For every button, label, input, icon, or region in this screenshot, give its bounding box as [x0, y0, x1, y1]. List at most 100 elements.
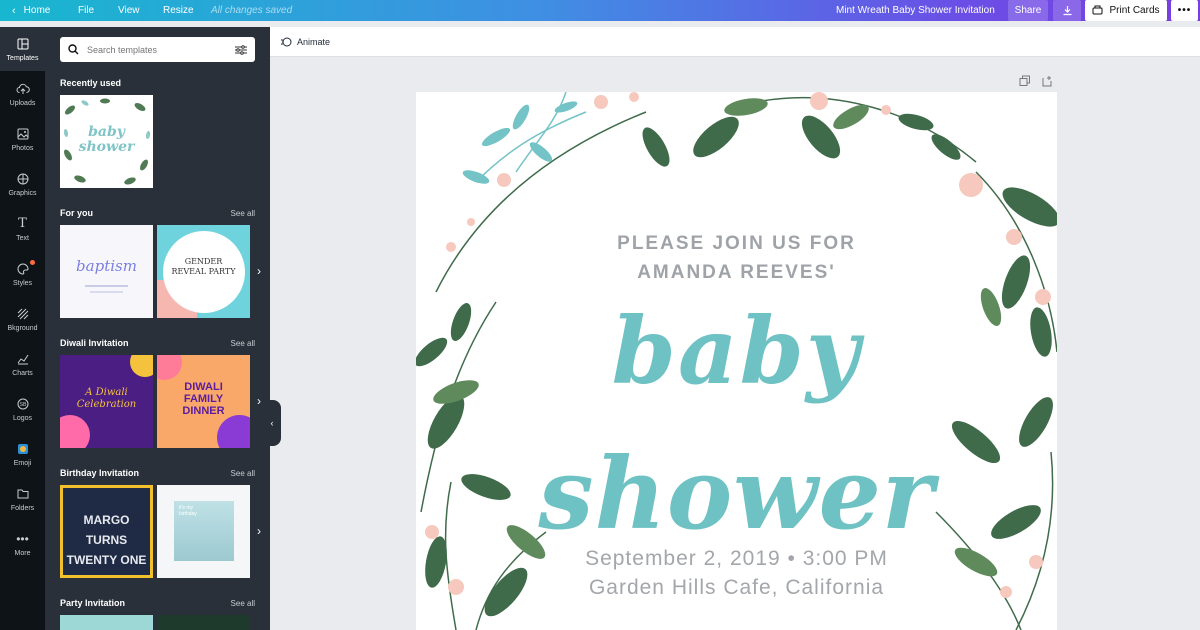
- thumb-line: REVEAL PARTY: [171, 267, 236, 276]
- intro-line-1: PLEASE JOIN US FOR: [617, 233, 856, 254]
- rail-label: Charts: [12, 369, 33, 377]
- template-thumb-birthday[interactable]: it's my birthday: [157, 485, 250, 578]
- thumb-line: baby: [88, 124, 125, 140]
- rail-label: Emoji: [13, 459, 32, 467]
- chevron-right-icon[interactable]: ›: [251, 521, 267, 541]
- template-thumb-diwali-dinner[interactable]: DIWALI FAMILY DINNER: [157, 355, 250, 448]
- view-menu[interactable]: View: [118, 0, 140, 21]
- invitation-intro[interactable]: PLEASE JOIN US FOR AMANDA REEVES': [416, 229, 1057, 287]
- rail-item-styles[interactable]: Styles: [0, 252, 45, 296]
- headline-shower[interactable]: shower: [416, 437, 1057, 552]
- rail-label: Logos: [12, 414, 33, 422]
- section-title-diwali: Diwali Invitation: [60, 338, 129, 348]
- template-thumb-baby-shower[interactable]: baby shower: [60, 95, 153, 188]
- logo-icon: SB: [16, 397, 30, 411]
- event-venue[interactable]: Garden Hills Cafe, California: [416, 576, 1057, 600]
- thumb-shape: [157, 355, 182, 380]
- template-thumb-margo-turns[interactable]: MARGO TURNS TWENTY ONE: [60, 485, 153, 578]
- page-tools: [1019, 74, 1053, 87]
- chevron-left-icon: ‹: [270, 418, 274, 428]
- thumb-line: birthday: [179, 511, 197, 517]
- emoji-icon: [16, 442, 30, 456]
- rail-label: More: [14, 549, 31, 557]
- templates-icon: [16, 37, 30, 51]
- rail-item-text[interactable]: T Text: [0, 207, 45, 251]
- thumb-text: MARGO TURNS TWENTY ONE: [63, 510, 150, 570]
- file-menu[interactable]: File: [78, 0, 94, 21]
- thumb-line: GENDER: [184, 257, 223, 266]
- more-options-button[interactable]: •••: [1171, 0, 1198, 21]
- thumb-text: DIWALI FAMILY DINNER: [157, 381, 250, 417]
- download-button[interactable]: [1053, 0, 1081, 21]
- filter-icon[interactable]: [235, 44, 247, 55]
- see-all-link[interactable]: See all: [231, 599, 255, 608]
- more-icon: •••: [16, 531, 29, 546]
- home-button[interactable]: ‹ Home: [12, 0, 50, 21]
- rail-item-graphics[interactable]: Graphics: [0, 162, 45, 206]
- headline-baby[interactable]: baby: [416, 297, 1057, 405]
- left-rail: Templates Uploads Photos Graphics T Text…: [0, 27, 45, 630]
- rail-item-uploads[interactable]: Uploads: [0, 72, 45, 116]
- thumb-line: Celebration: [76, 399, 137, 410]
- template-thumb-party-1[interactable]: [60, 615, 153, 630]
- rail-item-templates[interactable]: Templates: [0, 27, 45, 71]
- thumb-line: shower: [78, 139, 135, 155]
- rail-label: Templates: [6, 54, 39, 62]
- home-label: Home: [23, 5, 51, 16]
- thumb-rule: [85, 285, 128, 287]
- rail-label: Photos: [11, 144, 34, 152]
- design-canvas[interactable]: PLEASE JOIN US FOR AMANDA REEVES' baby s…: [416, 92, 1057, 630]
- template-thumb-diwali-celebration[interactable]: A Diwali Celebration: [60, 355, 153, 448]
- chevron-right-icon[interactable]: ›: [251, 261, 267, 281]
- palette-icon: [16, 262, 30, 276]
- rail-item-more[interactable]: ••• More: [0, 522, 45, 566]
- rail-label: Text: [16, 234, 29, 242]
- share-button[interactable]: Share: [1008, 0, 1048, 21]
- rail-item-photos[interactable]: Photos: [0, 117, 45, 161]
- background-icon: [16, 307, 30, 321]
- chevron-left-icon: ‹: [12, 4, 16, 17]
- rail-item-folders[interactable]: Folders: [0, 477, 45, 521]
- see-all-link[interactable]: See all: [231, 209, 255, 218]
- template-thumb-party-2[interactable]: [157, 615, 250, 630]
- section-title-for-you: For you: [60, 208, 93, 218]
- thumb-line: MARGO TURNS: [83, 513, 130, 547]
- rail-label: Folders: [10, 504, 35, 512]
- template-thumb-gender-reveal[interactable]: GENDER REVEAL PARTY: [157, 225, 250, 318]
- see-all-link[interactable]: See all: [231, 339, 255, 348]
- print-cards-label: Print Cards: [1109, 5, 1160, 16]
- duplicate-page-icon[interactable]: [1019, 74, 1031, 86]
- thumb-rule: [90, 291, 123, 293]
- animate-button[interactable]: Animate: [280, 36, 330, 48]
- notification-dot: [30, 260, 35, 265]
- thumb-text: baby shower: [60, 125, 153, 155]
- see-all-link[interactable]: See all: [231, 469, 255, 478]
- rail-item-logos[interactable]: SB Logos: [0, 387, 45, 431]
- template-thumb-baptism[interactable]: baptism: [60, 225, 153, 318]
- rail-item-emoji[interactable]: Emoji: [0, 432, 45, 476]
- thumb-shape: [217, 415, 250, 448]
- thumb-line: FAMILY: [183, 393, 224, 405]
- print-cards-button[interactable]: Print Cards: [1085, 0, 1167, 21]
- rail-item-charts[interactable]: Charts: [0, 342, 45, 386]
- save-status: All changes saved: [211, 5, 293, 16]
- folder-icon: [16, 487, 30, 501]
- print-icon: [1092, 5, 1103, 15]
- download-icon: [1063, 6, 1071, 16]
- search-box[interactable]: [60, 37, 255, 62]
- top-bar: ‹ Home File View Resize All changes save…: [0, 0, 1200, 21]
- section-title-birthday: Birthday Invitation: [60, 468, 140, 478]
- rail-label: Graphics: [8, 189, 37, 197]
- collapse-panel-button[interactable]: ‹: [263, 400, 281, 446]
- rail-label: Bkground: [7, 324, 38, 332]
- thumb-line: A Diwali: [85, 387, 128, 398]
- search-input[interactable]: [87, 44, 235, 55]
- add-page-icon[interactable]: [1041, 74, 1053, 87]
- thumb-shape: [130, 355, 153, 377]
- thumb-text: it's my birthday: [179, 505, 197, 517]
- resize-menu[interactable]: Resize: [163, 0, 194, 21]
- document-title[interactable]: Mint Wreath Baby Shower Invitation: [836, 0, 995, 21]
- rail-item-background[interactable]: Bkground: [0, 297, 45, 341]
- event-date[interactable]: September 2, 2019 • 3:00 PM: [416, 547, 1057, 571]
- svg-text:SB: SB: [19, 402, 26, 408]
